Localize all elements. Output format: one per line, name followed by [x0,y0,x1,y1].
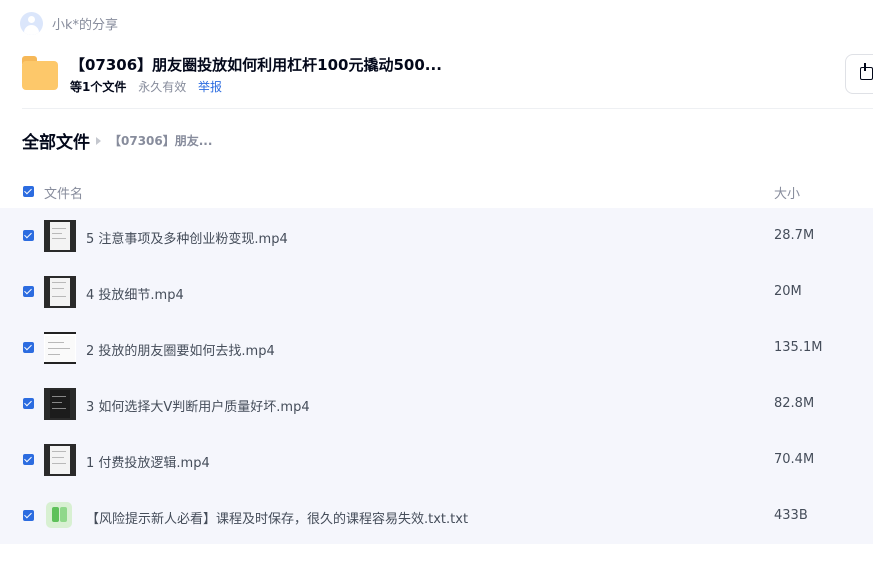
select-all-checkbox[interactable] [23,186,34,197]
table-row[interactable]: 5 注意事项及多种创业粉变现.mp4 28.7M [0,208,873,264]
validity-text: 永久有效 [138,80,187,94]
row-checkbox[interactable] [23,510,34,521]
breadcrumb-root[interactable]: 全部文件 [22,128,90,153]
breadcrumb-current: 【07306】朋友... [109,134,213,148]
share-header: 【07306】朋友圈投放如何利用杠杆100元撬动500... 等1个文件 永久有… [22,54,873,94]
save-icon [860,63,873,80]
row-checkbox[interactable] [23,286,34,297]
file-list: 5 注意事项及多种创业粉变现.mp4 28.7M 4 投放细节.mp4 20M [0,208,873,544]
share-title: 【07306】朋友圈投放如何利用杠杆100元撬动500... [70,56,442,74]
chevron-right-icon [96,136,101,145]
table-row[interactable]: 1 付费投放逻辑.mp4 70.4M [0,432,873,488]
report-link[interactable]: 举报 [198,80,222,94]
row-checkbox[interactable] [23,454,34,465]
file-name[interactable]: 4 投放细节.mp4 [86,284,184,303]
breadcrumb: 全部文件 【07306】朋友... [22,128,212,153]
file-size: 20M [774,284,802,299]
file-name[interactable]: 5 注意事项及多种创业粉变现.mp4 [86,228,288,247]
table-row[interactable]: 3 如何选择大V判断用户质量好坏.mp4 82.8M [0,376,873,432]
txt-file-icon [46,502,72,528]
video-thumbnail-icon [44,444,76,476]
file-count: 等1个文件 [70,80,127,94]
column-header-name[interactable]: 文件名 [44,183,83,202]
table-row[interactable]: 4 投放细节.mp4 20M [0,264,873,320]
table-row[interactable]: 【风险提示新人必看】课程及时保存，很久的课程容易失效.txt.txt 433B [0,488,873,544]
file-name[interactable]: 2 投放的朋友圈要如何去找.mp4 [86,340,275,359]
file-name[interactable]: 3 如何选择大V判断用户质量好坏.mp4 [86,396,310,415]
share-meta: 等1个文件 永久有效 举报 [70,78,222,95]
file-name[interactable]: 1 付费投放逻辑.mp4 [86,452,210,471]
user-name: 小k*的分享 [52,17,119,33]
video-thumbnail-icon [44,388,76,420]
video-thumbnail-icon [44,276,76,308]
share-page: 小k*的分享 【07306】朋友圈投放如何利用杠杆100元撬动500... 等1… [0,0,873,579]
table-row[interactable]: 2 投放的朋友圈要如何去找.mp4 135.1M [0,320,873,376]
avatar [20,11,43,35]
save-to-disk-button[interactable] [845,54,873,94]
file-name[interactable]: 【风险提示新人必看】课程及时保存，很久的课程容易失效.txt.txt [86,508,468,527]
video-thumbnail-icon [44,332,76,364]
row-checkbox[interactable] [23,398,34,409]
file-size: 82.8M [774,396,815,411]
column-header-size[interactable]: 大小 [774,183,800,202]
row-checkbox[interactable] [23,230,34,241]
file-size: 135.1M [774,340,823,355]
user-bar: 小k*的分享 [20,9,118,37]
folder-icon [22,56,58,90]
file-size: 433B [774,508,808,523]
table-header: 文件名 大小 [0,178,873,206]
file-size: 28.7M [774,228,815,243]
divider [22,108,873,109]
file-size: 70.4M [774,452,815,467]
row-checkbox[interactable] [23,342,34,353]
video-thumbnail-icon [44,220,76,252]
